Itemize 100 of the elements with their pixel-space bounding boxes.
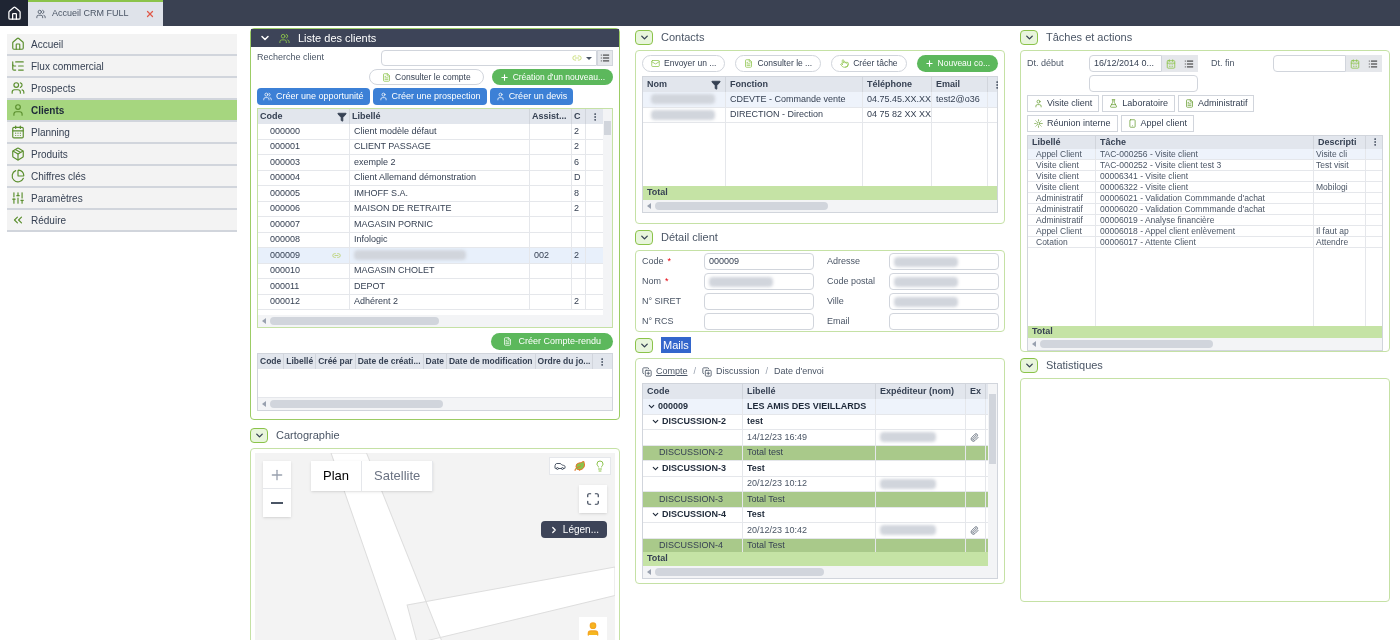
horizontal-scrollbar[interactable] — [258, 315, 603, 327]
calendar-button[interactable] — [1346, 55, 1364, 72]
table-row[interactable]: CDEVTE - Commande vente 04.75.45.XX.XX test2@o36 — [643, 92, 997, 108]
task-type-button[interactable]: Appel client — [1120, 114, 1195, 132]
scroll-left-arrow-icon[interactable] — [647, 203, 651, 209]
table-row[interactable]: 000011 DEPOT — [258, 279, 603, 295]
task-type-button[interactable]: Administratif — [1177, 94, 1255, 112]
task-type-button[interactable]: Visite client — [1027, 94, 1100, 112]
column-header[interactable]: Ordre du jo... — [535, 354, 594, 369]
mail-row[interactable]: 14/12/23 16:49 — [643, 430, 988, 446]
horizontal-scrollbar[interactable] — [643, 200, 997, 212]
column-header[interactable]: Date de modification — [446, 354, 536, 369]
horizontal-scrollbar[interactable] — [258, 398, 612, 410]
text-field[interactable] — [889, 313, 999, 330]
toolbar-button[interactable]: Envoyer un ... — [642, 55, 726, 72]
breadcrumb-item[interactable]: Discussion — [716, 365, 760, 379]
fullscreen-button[interactable] — [579, 485, 607, 513]
sidebar-item[interactable]: Chiffres clés — [7, 166, 237, 188]
toolbar-button[interactable]: Créer tâche — [831, 55, 907, 72]
scroll-left-arrow-icon[interactable] — [262, 318, 266, 324]
date-field[interactable]: 16/12/2014 0... — [1089, 55, 1162, 72]
column-header[interactable]: Date — [423, 354, 447, 369]
search-field[interactable] — [381, 50, 597, 66]
vertical-scrollbar[interactable] — [603, 109, 612, 327]
scroll-left-arrow-icon[interactable] — [1032, 341, 1036, 347]
column-header[interactable]: Tâche — [1096, 135, 1314, 149]
action-button[interactable]: Créer un devis — [489, 88, 574, 105]
column-header[interactable]: Code — [258, 354, 285, 369]
vertical-scrollbar[interactable] — [988, 384, 997, 578]
text-field[interactable] — [889, 293, 999, 310]
text-field[interactable] — [889, 273, 999, 290]
horizontal-scrollbar[interactable] — [1028, 338, 1382, 350]
sidebar-item[interactable]: Clients — [7, 100, 237, 122]
collapse-toggle[interactable] — [1020, 357, 1038, 373]
sidebar-item[interactable]: Prospects — [7, 78, 237, 100]
date-field[interactable] — [1273, 55, 1346, 72]
app-tab[interactable]: Accueil CRM FULL — [28, 0, 163, 26]
text-field[interactable] — [704, 313, 814, 330]
table-row[interactable]: 000007 MAGASIN PORNIC — [258, 217, 603, 233]
table-row[interactable]: Visite client 00006322 - Visite client Mobilogi — [1028, 181, 1382, 193]
breadcrumb-item[interactable]: Date d'envoi — [774, 365, 824, 379]
list-button[interactable] — [597, 50, 613, 66]
tree-row[interactable]: 000009 LES AMIS DES VIEILLARDS — [643, 399, 988, 415]
column-header[interactable]: Libellé — [1028, 135, 1096, 149]
legend-button[interactable]: Légen... — [540, 521, 607, 538]
table-row[interactable]: 000005 IMHOFF S.A. 8 — [258, 186, 603, 202]
scroll-left-arrow-icon[interactable] — [647, 569, 651, 575]
filter-icon[interactable] — [711, 79, 721, 90]
scroll-left-arrow-icon[interactable] — [262, 401, 266, 407]
table-row[interactable]: Administratif 00006020 - Validation Commmande d'achat — [1028, 203, 1382, 215]
person-icon[interactable] — [579, 617, 607, 640]
collapse-toggle[interactable] — [635, 229, 653, 245]
table-row[interactable]: Visite client TAC-000252 - Visite client test 3 Test visit — [1028, 159, 1382, 171]
breadcrumb-link[interactable]: Compte — [656, 365, 688, 379]
table-row[interactable]: Visite client 00006341 - Visite client — [1028, 170, 1382, 182]
group-toggle-icon[interactable] — [642, 367, 652, 377]
text-field[interactable] — [1089, 75, 1198, 92]
toolbar-button[interactable]: Consulter le ... — [735, 55, 822, 72]
text-field[interactable] — [704, 293, 814, 310]
calendar-button[interactable] — [1162, 55, 1180, 72]
map-type-tab[interactable]: Satellite — [362, 461, 434, 491]
filter-icon[interactable] — [337, 111, 347, 122]
list-button[interactable] — [1180, 55, 1198, 72]
column-header[interactable]: Descripti — [1314, 135, 1366, 149]
column-header[interactable]: Créé par — [316, 354, 356, 369]
text-field[interactable] — [889, 253, 999, 270]
table-row[interactable]: 000003 exemple 2 6 — [258, 155, 603, 171]
text-field[interactable]: 000009 — [704, 253, 814, 270]
list-button[interactable] — [1364, 55, 1382, 72]
task-type-button[interactable]: Laboratoire — [1102, 94, 1175, 112]
table-row[interactable]: Administratif 00006021 - Validation Commmande d'achat — [1028, 192, 1382, 204]
task-type-button[interactable]: Réunion interne — [1027, 114, 1118, 132]
action-button[interactable]: Créer une opportunité — [257, 88, 370, 105]
sidebar-item[interactable]: Flux commercial — [7, 56, 237, 78]
table-row[interactable]: Appel Client 00006018 - Appel client enlèvement Il faut ap — [1028, 225, 1382, 237]
sidebar-item[interactable]: Réduire — [7, 210, 237, 232]
sidebar-item[interactable]: Planning — [7, 122, 237, 144]
table-row[interactable]: Cotation 00006017 - Attente Client Attendre — [1028, 236, 1382, 248]
consult-account-button[interactable]: Consulter le compte — [369, 69, 484, 85]
table-row[interactable]: Appel Client TAC-000256 - Visite client Visite cli — [1028, 148, 1382, 160]
action-button[interactable]: Créer une prospection — [372, 88, 487, 105]
table-row[interactable]: Administratif 00006019 - Analyse financière — [1028, 214, 1382, 226]
home-button[interactable] — [0, 0, 28, 26]
table-row[interactable]: 000000 Client modèle défaut 2 — [258, 124, 603, 140]
text-field[interactable] — [704, 273, 814, 290]
column-header[interactable]: Date de créati... — [355, 354, 424, 369]
close-icon[interactable] — [145, 9, 155, 19]
sidebar-item[interactable]: Produits — [7, 144, 237, 166]
table-row[interactable]: 000009 002 2 — [258, 248, 603, 264]
collapse-toggle[interactable] — [250, 427, 268, 443]
column-header[interactable]: Libellé — [284, 354, 317, 369]
tree-row[interactable]: DISCUSSION-3 Test — [643, 461, 988, 477]
collapse-toggle[interactable] — [635, 337, 653, 353]
collapse-toggle[interactable] — [635, 29, 653, 45]
sidebar-item[interactable]: Paramètres — [7, 188, 237, 210]
horizontal-scrollbar[interactable] — [643, 566, 988, 578]
sidebar-item[interactable]: Accueil — [7, 34, 237, 56]
mail-row[interactable]: 20/12/23 10:42 — [643, 523, 988, 539]
group-toggle-icon[interactable] — [702, 367, 713, 377]
collapse-toggle[interactable] — [1020, 29, 1038, 45]
